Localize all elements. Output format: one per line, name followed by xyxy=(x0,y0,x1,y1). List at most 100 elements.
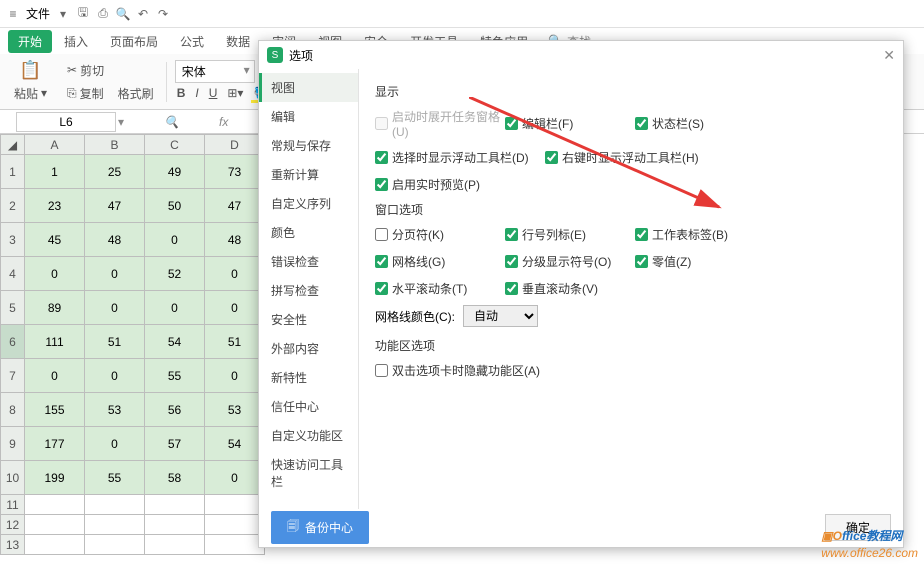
checkbox-gridlines[interactable]: 网格线(G) xyxy=(375,251,505,272)
chevron-down-icon[interactable]: ▾ xyxy=(56,7,70,21)
row-header[interactable]: 3 xyxy=(1,223,25,257)
row-header[interactable]: 9 xyxy=(1,427,25,461)
tab-home[interactable]: 开始 xyxy=(8,30,52,53)
redo-icon[interactable]: ↷ xyxy=(156,7,170,21)
sidebar-item-view[interactable]: 视图 xyxy=(259,73,358,102)
sidebar-item-recalc[interactable]: 重新计算 xyxy=(259,160,358,189)
row-header[interactable]: 4 xyxy=(1,257,25,291)
italic-button[interactable]: I xyxy=(193,86,200,103)
checkbox-pagebreak[interactable]: 分页符(K) xyxy=(375,224,505,245)
sidebar-item-edit[interactable]: 编辑 xyxy=(259,102,358,131)
cell[interactable]: 0 xyxy=(25,359,85,393)
cell[interactable] xyxy=(205,495,265,515)
tab-data[interactable]: 数据 xyxy=(216,30,260,53)
cell[interactable]: 54 xyxy=(205,427,265,461)
cell[interactable] xyxy=(85,495,145,515)
cell[interactable]: 57 xyxy=(145,427,205,461)
checkbox-float-select[interactable]: 选择时显示浮动工具栏(D) xyxy=(375,147,545,168)
row-header[interactable]: 5 xyxy=(1,291,25,325)
cell[interactable]: 45 xyxy=(25,223,85,257)
cell[interactable] xyxy=(25,495,85,515)
cell[interactable]: 47 xyxy=(205,189,265,223)
checkbox-zero-values[interactable]: 零值(Z) xyxy=(635,251,765,272)
cell[interactable]: 53 xyxy=(85,393,145,427)
cell[interactable]: 52 xyxy=(145,257,205,291)
cell[interactable]: 48 xyxy=(205,223,265,257)
undo-icon[interactable]: ↶ xyxy=(136,7,150,21)
checkbox-live-preview[interactable]: 启用实时预览(P) xyxy=(375,174,545,195)
checkbox-vscroll[interactable]: 垂直滚动条(V) xyxy=(505,278,635,299)
tab-formula[interactable]: 公式 xyxy=(170,30,214,53)
save-icon[interactable]: 🖫 xyxy=(76,7,90,21)
sidebar-item-security[interactable]: 安全性 xyxy=(259,305,358,334)
cell[interactable] xyxy=(145,495,205,515)
print-icon[interactable]: ⎙ xyxy=(96,7,110,21)
cell[interactable] xyxy=(85,515,145,535)
paste-button[interactable]: 粘贴▾ xyxy=(10,83,51,104)
cell[interactable]: 177 xyxy=(25,427,85,461)
menu-icon[interactable]: ≡ xyxy=(6,7,20,21)
cell[interactable]: 0 xyxy=(205,291,265,325)
checkbox-hscroll[interactable]: 水平滚动条(T) xyxy=(375,278,505,299)
cell[interactable]: 111 xyxy=(25,325,85,359)
checkbox-rowcol-headers[interactable]: 行号列标(E) xyxy=(505,224,635,245)
row-header[interactable]: 6 xyxy=(1,325,25,359)
file-menu[interactable]: 文件 xyxy=(26,5,50,22)
cell[interactable] xyxy=(25,515,85,535)
sidebar-item-general[interactable]: 常规与保存 xyxy=(259,131,358,160)
checkbox-dblclick-hide-ribbon[interactable]: 双击选项卡时隐藏功能区(A) xyxy=(375,360,595,381)
cell[interactable]: 49 xyxy=(145,155,205,189)
sidebar-item-trust[interactable]: 信任中心 xyxy=(259,392,358,421)
row-header[interactable]: 1 xyxy=(1,155,25,189)
cell[interactable]: 50 xyxy=(145,189,205,223)
checkbox-statusbar[interactable]: 状态栏(S) xyxy=(635,106,765,141)
cell[interactable]: 51 xyxy=(85,325,145,359)
checkbox-float-rightclick[interactable]: 右键时显示浮动工具栏(H) xyxy=(545,147,715,168)
cell[interactable]: 73 xyxy=(205,155,265,189)
cell[interactable]: 23 xyxy=(25,189,85,223)
checkbox-outline-symbols[interactable]: 分级显示符号(O) xyxy=(505,251,635,272)
col-header[interactable]: C xyxy=(145,135,205,155)
cell[interactable]: 55 xyxy=(145,359,205,393)
cell[interactable]: 0 xyxy=(85,257,145,291)
cell[interactable]: 55 xyxy=(85,461,145,495)
cell[interactable]: 51 xyxy=(205,325,265,359)
cell[interactable]: 56 xyxy=(145,393,205,427)
cell[interactable]: 1 xyxy=(25,155,85,189)
row-header[interactable]: 7 xyxy=(1,359,25,393)
row-header[interactable]: 12 xyxy=(1,515,25,535)
bold-button[interactable]: B xyxy=(175,86,188,103)
cell[interactable]: 199 xyxy=(25,461,85,495)
format-painter-button[interactable]: 格式刷 xyxy=(114,83,158,104)
paste-icon[interactable]: 📋 xyxy=(19,60,41,81)
sidebar-item-newfeature[interactable]: 新特性 xyxy=(259,363,358,392)
cell[interactable] xyxy=(25,535,85,555)
cell[interactable]: 155 xyxy=(25,393,85,427)
font-name-select[interactable]: 宋体 xyxy=(175,60,255,83)
gridline-color-select[interactable]: 自动 xyxy=(463,305,538,327)
row-header[interactable]: 10 xyxy=(1,461,25,495)
sidebar-item-customribbon[interactable]: 自定义功能区 xyxy=(259,421,358,450)
cell[interactable] xyxy=(85,535,145,555)
cell[interactable]: 0 xyxy=(85,427,145,461)
cell[interactable] xyxy=(205,535,265,555)
cell[interactable]: 47 xyxy=(85,189,145,223)
sidebar-item-customlist[interactable]: 自定义序列 xyxy=(259,189,358,218)
row-header[interactable]: 11 xyxy=(1,495,25,515)
tab-pagelayout[interactable]: 页面布局 xyxy=(100,30,168,53)
cell[interactable]: 89 xyxy=(25,291,85,325)
checkbox-sheet-tabs[interactable]: 工作表标签(B) xyxy=(635,224,765,245)
checkbox-editbar[interactable]: 编辑栏(F) xyxy=(505,106,635,141)
cell[interactable]: 0 xyxy=(205,461,265,495)
cell[interactable]: 0 xyxy=(25,257,85,291)
col-header[interactable]: A xyxy=(25,135,85,155)
cell[interactable]: 25 xyxy=(85,155,145,189)
cell[interactable]: 53 xyxy=(205,393,265,427)
preview-icon[interactable]: 🔍 xyxy=(116,7,130,21)
name-box[interactable]: L6 xyxy=(16,112,116,132)
sidebar-item-color[interactable]: 颜色 xyxy=(259,218,358,247)
col-header[interactable]: B xyxy=(85,135,145,155)
tab-insert[interactable]: 插入 xyxy=(54,30,98,53)
cell[interactable] xyxy=(205,515,265,535)
underline-button[interactable]: U xyxy=(207,86,220,103)
